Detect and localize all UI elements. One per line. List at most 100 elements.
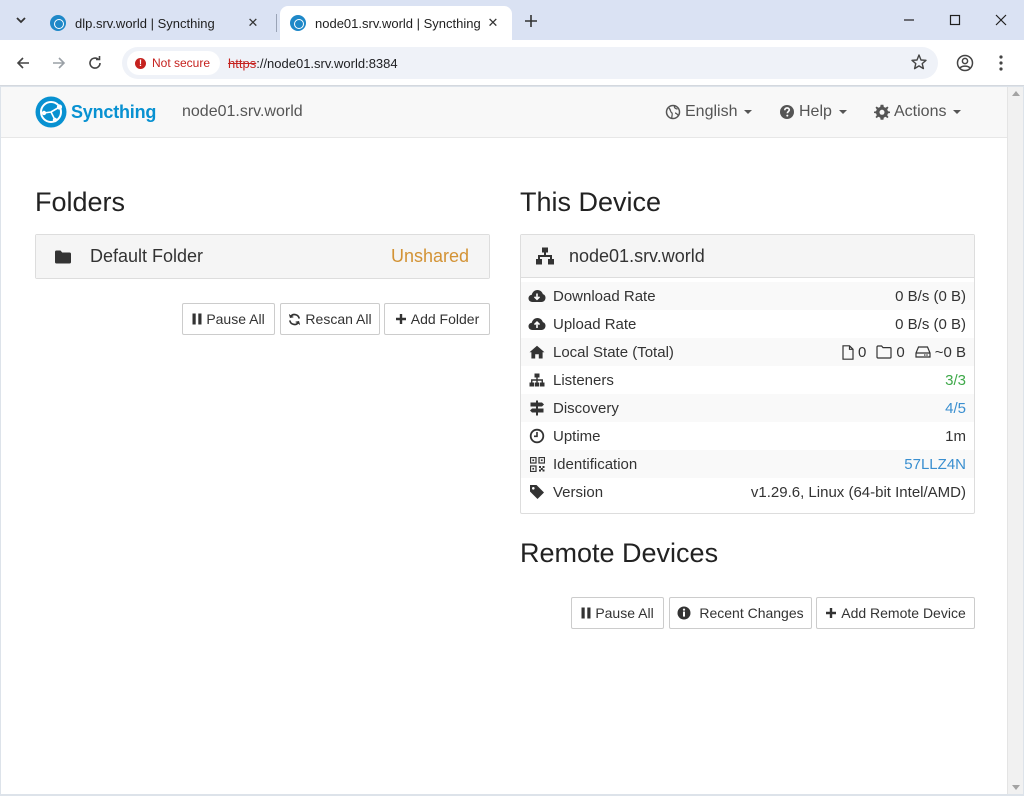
signpost-icon (528, 400, 546, 416)
recent-changes-button[interactable]: Recent Changes (669, 597, 812, 629)
folder-panel[interactable]: Default Folder Unshared (35, 234, 490, 279)
minimize-icon (904, 19, 914, 21)
tag-icon (528, 484, 546, 500)
plus-icon (395, 314, 406, 324)
tab-close-icon[interactable]: ✕ (244, 15, 262, 31)
help-dropdown[interactable]: Help (779, 103, 847, 121)
cloud-download-icon (528, 289, 546, 303)
rescan-all-button[interactable]: Rescan All (280, 303, 380, 335)
browser-tab-active[interactable]: node01.srv.world | Syncthing ✕ (280, 6, 512, 40)
folder-status: Unshared (390, 246, 469, 266)
url-text[interactable]: https://node01.srv.world:8384 (228, 56, 398, 71)
scroll-down-arrow-icon[interactable] (1012, 785, 1020, 790)
upload-rate-value: 0 B/s (0 B) (895, 315, 966, 333)
pause-icon (192, 313, 202, 325)
rescan-all-label: Rescan All (305, 311, 372, 327)
syncthing-logo-icon (35, 96, 67, 128)
reload-button[interactable] (81, 49, 109, 77)
actions-label: Actions (894, 103, 947, 120)
identification-row: Identification 57LLZ4N (521, 450, 974, 478)
maximize-icon (949, 14, 961, 26)
close-window-button[interactable] (978, 0, 1024, 40)
language-dropdown[interactable]: English (665, 103, 753, 121)
version-value: v1.29.6, Linux (64-bit Intel/AMD) (750, 483, 966, 501)
scroll-up-arrow-icon[interactable] (1012, 91, 1020, 96)
security-chip[interactable]: ! Not secure (127, 51, 221, 75)
chevron-down-icon (16, 17, 26, 24)
home-icon (528, 345, 546, 359)
folder-panel-heading[interactable]: Default Folder Unshared (36, 235, 489, 278)
pause-all-devices-button[interactable]: Pause All (571, 597, 664, 629)
caret-down-icon (838, 110, 847, 114)
new-tab-button[interactable] (518, 8, 544, 34)
local-dirs-count: 0 (896, 343, 905, 361)
sitemap-device-icon (536, 247, 554, 265)
qrcode-icon (528, 456, 546, 472)
pause-all-devices-label: Pause All (595, 605, 654, 621)
pause-icon (581, 607, 591, 619)
tab-search-button[interactable] (8, 7, 34, 33)
add-remote-device-button[interactable]: Add Remote Device (816, 597, 975, 629)
page-scrollbar[interactable] (1007, 87, 1023, 794)
info-circle-icon (677, 606, 691, 620)
minimize-button[interactable] (886, 0, 932, 40)
folder-open-icon (876, 345, 892, 359)
browser-menu-button[interactable] (987, 49, 1015, 77)
browser-tab[interactable]: dlp.srv.world | Syncthing ✕ (40, 6, 272, 40)
globe-icon (665, 104, 681, 120)
version-row: Version v1.29.6, Linux (64-bit Intel/AMD… (521, 478, 974, 506)
plus-icon (525, 15, 537, 27)
security-label: Not secure (152, 56, 211, 70)
brand-link[interactable]: Syncthing (35, 96, 156, 128)
uptime-label: Uptime (553, 427, 601, 445)
hdd-icon (915, 346, 931, 358)
actions-dropdown[interactable]: Actions (874, 103, 962, 121)
bookmark-star-icon[interactable] (910, 53, 928, 76)
local-state-label: Local State (Total) (553, 343, 674, 361)
add-folder-label: Add Folder (410, 311, 480, 327)
url-rest: ://node01.srv.world:8384 (256, 55, 398, 71)
this-device-heading[interactable]: node01.srv.world (521, 235, 974, 278)
listeners-label: Listeners (553, 371, 614, 389)
profile-button[interactable] (951, 49, 979, 77)
tab-close-icon[interactable]: ✕ (484, 15, 502, 31)
refresh-icon (289, 313, 301, 325)
this-device-title: This Device (520, 187, 662, 217)
clock-icon (528, 428, 546, 444)
identification-label: Identification (553, 455, 638, 473)
folders-title: Folders (35, 187, 126, 217)
navbar-hostname: node01.srv.world (182, 103, 303, 120)
cloud-upload-icon (528, 317, 546, 331)
listeners-row: Listeners 3/3 (521, 366, 974, 394)
language-label: English (685, 103, 738, 120)
gear-icon (874, 104, 890, 120)
listeners-value[interactable]: 3/3 (945, 372, 966, 389)
local-files-count: 0 (858, 343, 867, 361)
add-folder-button[interactable]: Add Folder (384, 303, 490, 335)
maximize-button[interactable] (932, 0, 978, 40)
brand-name: Syncthing (71, 101, 157, 122)
page-viewport: Syncthing node01.srv.world English Help … (1, 87, 1007, 794)
this-device-name: node01.srv.world (569, 245, 705, 266)
pause-all-folders-button[interactable]: Pause All (182, 303, 275, 335)
local-size: ~0 B (934, 343, 966, 361)
tab-divider (276, 14, 277, 32)
version-label: Version (553, 483, 604, 501)
forward-button[interactable] (45, 49, 73, 77)
arrow-left-icon (16, 57, 29, 69)
download-rate-value: 0 B/s (0 B) (895, 287, 966, 305)
add-remote-device-label: Add Remote Device (841, 605, 966, 621)
address-bar[interactable]: ! Not secure https://node01.srv.world:83… (122, 47, 938, 79)
browser-tab-strip: dlp.srv.world | Syncthing ✕ node01.srv.w… (0, 0, 1024, 40)
file-icon (842, 344, 854, 360)
discovery-value[interactable]: 4/5 (945, 400, 966, 417)
tab-title: node01.srv.world | Syncthing (315, 15, 481, 31)
caret-down-icon (744, 110, 753, 114)
this-device-panel: node01.srv.world Download Rate 0 B/s (0 … (520, 234, 975, 514)
local-state-row: Local State (Total) 0 0 ~0 B (521, 338, 974, 366)
syncthing-favicon-icon (290, 15, 306, 31)
app-navbar: Syncthing node01.srv.world English Help … (1, 87, 1007, 138)
identification-value[interactable]: 57LLZ4N (904, 456, 966, 473)
upload-rate-row: Upload Rate 0 B/s (0 B) (521, 310, 974, 338)
back-button[interactable] (9, 49, 37, 77)
